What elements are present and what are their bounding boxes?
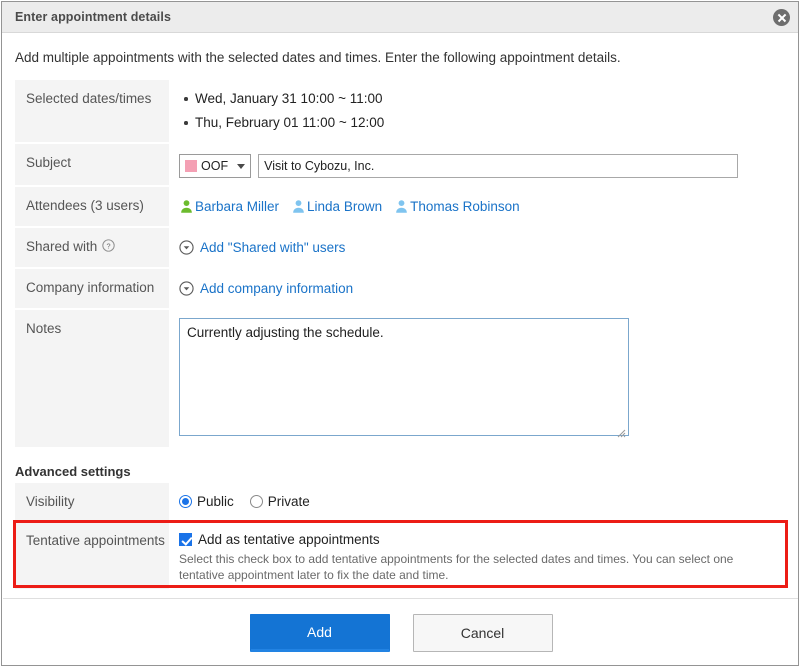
attendee-link[interactable]: Linda Brown [291,199,382,214]
appointment-form: Selected dates/times Wed, January 31 10:… [15,80,787,449]
add-shared-with-users-label: Add "Shared with" users [200,240,346,255]
value-selected-dates: Wed, January 31 10:00 ~ 11:00 Thu, Febru… [169,80,787,144]
value-visibility: Public Private [169,483,787,522]
value-company-information: Add company information [169,269,787,310]
radio-indicator [249,495,263,508]
row-selected-dates: Selected dates/times Wed, January 31 10:… [15,80,787,144]
radio-label: Public [197,494,234,509]
user-icon [396,200,407,213]
row-notes: Notes [15,310,787,449]
label-attendees: Attendees (3 users) [15,187,169,228]
selected-dates-list: Wed, January 31 10:00 ~ 11:00 Thu, Febru… [179,88,787,133]
close-icon[interactable] [773,9,790,26]
value-shared-with: Add "Shared with" users [169,228,787,269]
chevron-down-circle-icon [179,240,194,255]
chevron-down-circle-icon [179,281,194,296]
attendee-name: Barbara Miller [195,199,280,214]
label-company-information: Company information [15,269,169,310]
cancel-button[interactable]: Cancel [412,614,553,652]
row-company-information: Company information Add company informat… [15,269,787,310]
dialog-title: Enter appointment details [15,10,171,24]
add-company-information-label: Add company information [200,281,354,296]
radio-label: Private [267,494,310,509]
list-item: Wed, January 31 10:00 ~ 11:00 [184,88,787,109]
radio-visibility-private[interactable]: Private [249,494,310,509]
advanced-settings-heading: Advanced settings [15,464,131,479]
row-attendees: Attendees (3 users) Barbara Miller Linda… [15,187,787,228]
add-button[interactable]: Add [249,614,390,652]
attendee-list: Barbara Miller Linda Brown Thomas Robins… [179,195,787,214]
subject-menu-select[interactable]: OOF [179,154,252,178]
subject-menu-value: OOF [201,159,229,173]
dialog-footer: Add Cancel [2,614,798,652]
svg-text:?: ? [107,241,111,250]
attendee-name: Thomas Robinson [410,199,520,214]
list-item: Thu, February 01 11:00 ~ 12:00 [184,112,787,133]
help-circle-icon[interactable]: ? [102,239,115,252]
color-swatch-icon [185,160,197,172]
user-icon [293,200,304,213]
attendee-link[interactable]: Barbara Miller [179,199,279,214]
tentative-appointments-checkbox[interactable]: Add as tentative appointments [179,530,787,547]
appointment-dialog: Enter appointment details Add multiple a… [1,1,799,666]
value-notes [169,310,787,449]
add-shared-with-users-link[interactable]: Add "Shared with" users [179,236,787,255]
advanced-settings-form: Visibility Public Private Tentative appo… [15,483,787,591]
attendee-name: Linda Brown [307,199,383,214]
subject-input[interactable] [258,154,739,178]
label-selected-dates: Selected dates/times [15,80,169,144]
checkbox-label: Add as tentative appointments [198,532,380,547]
user-icon [181,200,192,213]
add-company-information-link[interactable]: Add company information [179,277,787,296]
attendee-link[interactable]: Thomas Robinson [394,199,520,214]
label-notes: Notes [15,310,169,449]
row-tentative-appointments: Tentative appointments Add as tentative … [15,522,787,591]
label-subject: Subject [15,144,169,187]
value-tentative-appointments: Add as tentative appointments Select thi… [169,522,787,591]
value-subject: OOF [169,144,787,187]
radio-visibility-public[interactable]: Public [179,494,234,509]
footer-divider [3,598,798,599]
dialog-titlebar: Enter appointment details [2,2,798,33]
notes-textarea[interactable] [179,318,629,436]
chevron-down-icon [237,163,246,169]
row-subject: Subject OOF [15,144,787,187]
label-visibility: Visibility [15,483,169,522]
value-attendees: Barbara Miller Linda Brown Thomas Robins… [169,187,787,228]
tentative-appointments-help-text: Select this check box to add tentative a… [179,552,734,582]
radio-indicator [179,495,192,508]
label-tentative-appointments: Tentative appointments [15,522,169,591]
checkbox-indicator [179,533,192,546]
row-visibility: Visibility Public Private [15,483,787,522]
visibility-radio-group: Public Private [179,491,787,509]
row-shared-with: Shared with ? Add "Shared with" users [15,228,787,269]
dialog-description: Add multiple appointments with the selec… [15,50,621,65]
label-shared-with: Shared with ? [15,228,169,269]
label-shared-with-text: Shared with [26,239,98,254]
